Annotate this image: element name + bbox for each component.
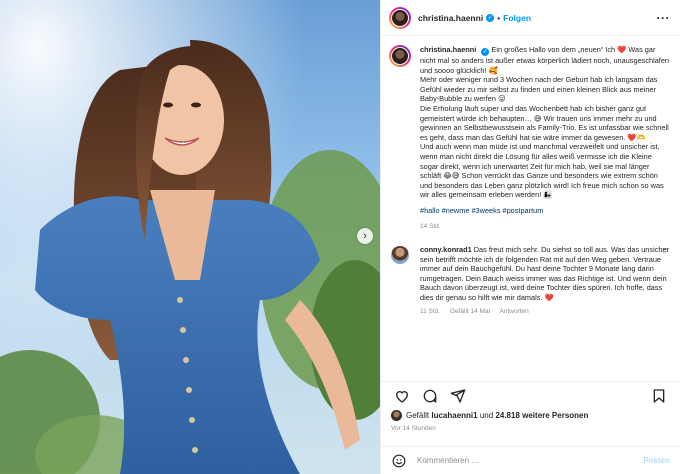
post-photo: › (0, 0, 380, 474)
comment-heart-icon[interactable]: ♡ (661, 247, 668, 256)
woman-in-denim-dress-photo (0, 0, 380, 474)
add-comment-bar: Posten (381, 446, 680, 474)
likes-prefix: Gefällt (406, 411, 430, 420)
bookmark-icon (653, 388, 665, 403)
hashtag[interactable]: #hallo (420, 206, 440, 215)
avatar[interactable] (391, 410, 402, 421)
share-button[interactable] (447, 385, 469, 407)
more-options-button[interactable]: ··· (657, 11, 671, 25)
action-bar (381, 381, 680, 409)
comment-meta: 11 Std. Gefällt 14 Mal Antworten (420, 307, 670, 317)
likes-user[interactable]: lucahaenni1 (431, 411, 477, 420)
comment-likes[interactable]: Gefällt 14 Mal (450, 308, 490, 315)
hashtag[interactable]: #postpartum (503, 206, 544, 215)
hashtags: #hallo #newme #3weeks #postpartum (420, 206, 670, 216)
comment-button[interactable] (419, 385, 441, 407)
verified-badge-icon: ✓ (486, 13, 495, 22)
hashtag[interactable]: #newme (442, 206, 470, 215)
comment-body: conny.konrad1 Das freut mich sehr. Du si… (420, 245, 670, 316)
avatar[interactable] (389, 6, 411, 29)
comment: conny.konrad1 Das freut mich sehr. Du si… (389, 245, 670, 316)
header-username[interactable]: christina.haenni (418, 13, 483, 23)
caption-avatar[interactable] (389, 45, 411, 67)
comment-time: 11 Std. (420, 307, 441, 315)
caption-paragraph: Mehr oder weniger rund 3 Wochen nach der… (420, 75, 658, 104)
comment-username[interactable]: conny.konrad1 (420, 245, 472, 254)
emoji-button[interactable] (391, 453, 407, 469)
comment-icon (423, 389, 437, 403)
hashtag[interactable]: #3weeks (471, 206, 500, 215)
reply-button[interactable]: Antworten (500, 308, 529, 315)
posted-time: Vor 14 Stunden (391, 425, 436, 432)
likes-count[interactable]: 24.818 weitere Personen (495, 411, 588, 420)
post-side-panel: christina.haenni ✓ • Folgen ··· christin… (380, 0, 680, 474)
chevron-right-icon: › (363, 230, 367, 242)
comment-input[interactable] (417, 456, 627, 465)
verified-badge-icon: ✓ (481, 48, 490, 56)
emoji-icon (392, 454, 406, 467)
caption-time: 14 Std. (420, 222, 441, 230)
comments-section[interactable]: christina.haenni ✓ Ein großes Hallo von … (381, 37, 680, 380)
caption-paragraph: Die Erholung läuft super und das Wochenb… (420, 103, 669, 142)
heart-icon (395, 390, 409, 403)
likes-summary: Gefällt lucahaenni1 und 24.818 weitere P… (391, 410, 588, 421)
post-header: christina.haenni ✓ • Folgen ··· (381, 0, 680, 36)
comment-avatar[interactable] (391, 246, 409, 265)
likes-and: und (479, 411, 494, 420)
post-button[interactable]: Posten (643, 456, 670, 465)
header-separator: • (497, 12, 501, 23)
follow-button[interactable]: Folgen (503, 13, 531, 23)
next-photo-button[interactable]: › (357, 228, 373, 244)
caption-paragraph: Und auch wenn man müde ist und manchmal … (420, 142, 664, 200)
like-button[interactable] (391, 385, 413, 407)
caption-username[interactable]: christina.haenni (420, 45, 476, 54)
share-icon (450, 388, 466, 403)
caption-body: christina.haenni ✓ Ein großes Hallo von … (420, 45, 670, 231)
save-button[interactable] (648, 385, 670, 407)
caption: christina.haenni ✓ Ein großes Hallo von … (389, 45, 670, 231)
